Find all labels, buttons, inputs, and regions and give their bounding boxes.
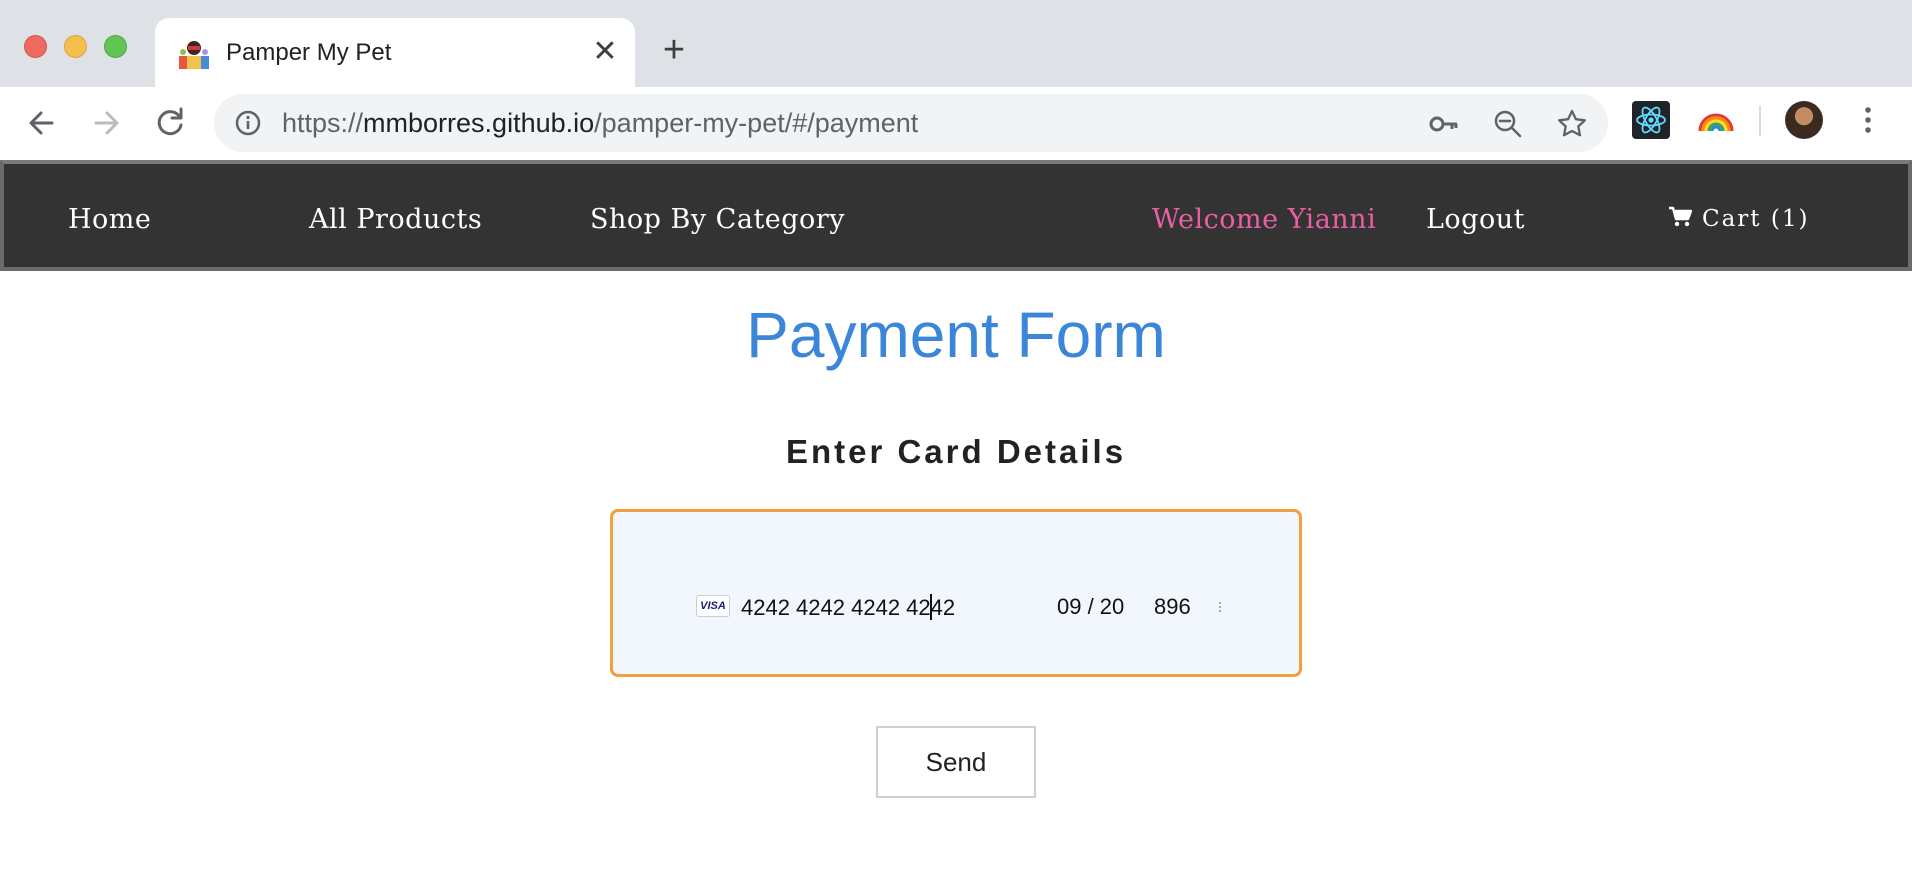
- site-navbar: Home All Products Shop By Category Welco…: [0, 160, 1912, 271]
- new-tab-button[interactable]: +: [656, 31, 692, 69]
- maximize-window-button[interactable]: [104, 35, 127, 58]
- cart-link[interactable]: Cart (1): [1668, 206, 1809, 232]
- shopping-cart-icon: [1668, 206, 1693, 228]
- nav-all-products-link[interactable]: All Products: [309, 204, 482, 235]
- profile-avatar[interactable]: [1785, 101, 1823, 139]
- toolbar-divider: [1759, 106, 1761, 136]
- card-input-box[interactable]: VISA 4242 4242 4242 4242 09 / 20 896: [610, 509, 1302, 677]
- url-host: mmborres.github.io: [363, 108, 595, 138]
- address-bar[interactable]: https://mmborres.github.io/pamper-my-pet…: [214, 94, 1608, 152]
- close-window-button[interactable]: [24, 35, 47, 58]
- react-devtools-icon[interactable]: [1632, 101, 1670, 139]
- welcome-user-text: Welcome Yianni: [1152, 204, 1377, 235]
- card-details-heading: Enter Card Details: [785, 433, 1127, 470]
- reload-icon[interactable]: [148, 101, 192, 145]
- zoom-out-icon[interactable]: [1492, 108, 1524, 140]
- star-icon[interactable]: [1556, 108, 1588, 140]
- back-icon[interactable]: [20, 101, 64, 145]
- info-icon[interactable]: [234, 109, 262, 137]
- browser-tab[interactable]: Pamper My Pet ✕: [155, 18, 635, 87]
- visa-icon: VISA: [696, 595, 730, 617]
- tab-title: Pamper My Pet: [226, 39, 392, 66]
- nav-logout-link[interactable]: Logout: [1426, 204, 1525, 235]
- postal-code-field[interactable]: [1219, 602, 1222, 612]
- card-cvc-field[interactable]: 896: [1154, 594, 1191, 620]
- url-text[interactable]: https://mmborres.github.io/pamper-my-pet…: [282, 108, 918, 138]
- url-path: /pamper-my-pet/#/payment: [594, 108, 919, 138]
- card-number-part-1: 4242 4242 4242 42: [741, 595, 931, 620]
- minimize-window-button[interactable]: [64, 35, 87, 58]
- close-tab-icon[interactable]: ✕: [587, 34, 623, 70]
- key-icon[interactable]: [1428, 108, 1460, 140]
- browser-toolbar: https://mmborres.github.io/pamper-my-pet…: [0, 87, 1912, 160]
- cart-label: Cart (1): [1702, 206, 1810, 232]
- card-number-field[interactable]: 4242 4242 4242 4242: [741, 594, 955, 621]
- send-button[interactable]: Send: [876, 726, 1036, 798]
- browser-tab-strip: Pamper My Pet ✕ +: [0, 0, 1912, 87]
- card-number-part-2: 42: [930, 595, 956, 620]
- pet-favicon-icon: [177, 38, 211, 70]
- rainbow-extension-icon[interactable]: [1697, 101, 1735, 139]
- page-title: Payment Form: [746, 299, 1166, 371]
- url-scheme: https://: [282, 108, 364, 138]
- nav-home-link[interactable]: Home: [68, 204, 151, 235]
- card-expiry-field[interactable]: 09 / 20: [1057, 594, 1124, 620]
- nav-shop-by-category-link[interactable]: Shop By Category: [590, 204, 845, 235]
- menu-icon[interactable]: [1856, 102, 1880, 138]
- forward-icon[interactable]: [84, 101, 128, 145]
